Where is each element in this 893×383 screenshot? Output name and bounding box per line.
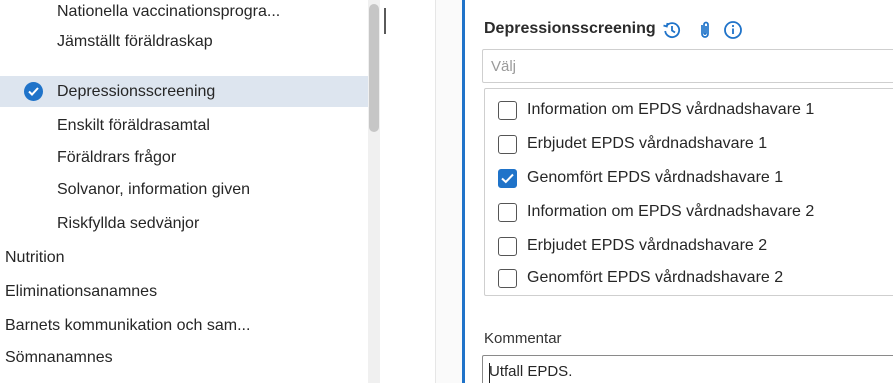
checkbox-row[interactable]: Information om EPDS vårdnadshavare 2 [485,195,893,229]
completed-check-icon [24,82,43,101]
sidebar-item-label: Barnets kommunikation och sam... [5,317,251,334]
section-title: Depressionsscreening [484,20,656,37]
sidebar-nav: Nationella vaccinationsprogra... Jämstäl… [0,0,368,383]
option-select[interactable]: Välj [482,49,893,83]
form-panel: Depressionsscreening Välj Information om… [462,0,893,383]
panel-gutter [436,0,462,383]
comment-value: Utfall EPDS. [489,363,573,380]
info-icon[interactable] [723,20,743,40]
sidebar-item-depressionsscreening[interactable]: Depressionsscreening [0,76,368,107]
checkbox[interactable] [498,135,517,154]
checkbox-label[interactable]: Erbjudet EPDS vårdnadshavare 2 [527,237,767,255]
splitter-handle[interactable] [384,8,386,34]
sidebar-item-nationella-vaccinationsprogram[interactable]: Nationella vaccinationsprogra... [0,0,368,27]
checkbox-row[interactable]: Genomfört EPDS vårdnadshavare 1 [485,161,893,195]
sidebar-item-label: Jämställt föräldraskap [57,33,213,50]
sidebar-item-riskfyllda-sedvanjor[interactable]: Riskfyllda sedvänjor [0,208,368,239]
sidebar-item-label: Nutrition [5,249,65,266]
checkbox-row[interactable]: Genomfört EPDS vårdnadshavare 2 [485,261,893,295]
sidebar-item-label: Enskilt föräldrasamtal [57,117,210,134]
checkbox-label[interactable]: Information om EPDS vårdnadshavare 2 [527,203,814,221]
checkbox-group: Information om EPDS vårdnadshavare 1 Erb… [484,88,893,296]
checkbox[interactable] [498,237,517,256]
comment-label: Kommentar [484,330,562,347]
sidebar-item-jamstallt-foraldraskap[interactable]: Jämställt föräldraskap [0,26,368,57]
sidebar-item-somnanamnes[interactable]: Sömnanamnes [0,342,368,373]
paperclip-icon[interactable] [695,20,715,40]
checkbox-label[interactable]: Erbjudet EPDS vårdnadshavare 1 [527,135,767,153]
splitter-area [380,0,435,383]
sidebar-scrollbar[interactable] [368,0,380,383]
history-icon[interactable] [662,20,682,40]
checkbox[interactable] [498,101,517,120]
sidebar-item-enskilt-foraldrasamtal[interactable]: Enskilt föräldrasamtal [0,110,368,141]
checkbox-label[interactable]: Genomfört EPDS vårdnadshavare 1 [527,169,783,187]
sidebar-item-label: Föräldrars frågor [57,149,177,166]
sidebar-item-foraldrars-fragor[interactable]: Föräldrars frågor [0,142,368,173]
text-caret [489,363,490,383]
checkbox-row[interactable]: Erbjudet EPDS vårdnadshavare 1 [485,127,893,161]
sidebar-item-label: Depressionsscreening [57,83,216,100]
checkbox-row[interactable]: Erbjudet EPDS vårdnadshavare 2 [485,229,893,263]
sidebar-item-eliminationsanamnes[interactable]: Eliminationsanamnes [0,276,368,307]
sidebar-item-solvanor[interactable]: Solvanor, information given [0,174,368,205]
checkbox[interactable] [498,203,517,222]
app-root: Nationella vaccinationsprogra... Jämstäl… [0,0,893,383]
sidebar-item-label: Riskfyllda sedvänjor [57,215,200,232]
checkbox-checked[interactable] [498,169,517,188]
checkbox-label[interactable]: Genomfört EPDS vårdnadshavare 2 [527,269,783,287]
sidebar-item-label: Eliminationsanamnes [5,283,158,300]
scrollbar-thumb[interactable] [369,4,379,132]
checkbox-row[interactable]: Information om EPDS vårdnadshavare 1 [485,93,893,127]
comment-input[interactable]: Utfall EPDS. [482,355,893,383]
sidebar-item-nutrition[interactable]: Nutrition [0,242,368,273]
sidebar-item-label: Nationella vaccinationsprogra... [57,3,281,20]
select-placeholder: Välj [491,58,517,75]
sidebar-item-label: Sömnanamnes [5,349,113,366]
sidebar-item-label: Solvanor, information given [57,181,250,198]
sidebar-item-barnets-kommunikation[interactable]: Barnets kommunikation och sam... [0,310,368,341]
checkbox-label[interactable]: Information om EPDS vårdnadshavare 1 [527,101,814,119]
checkbox[interactable] [498,269,517,288]
